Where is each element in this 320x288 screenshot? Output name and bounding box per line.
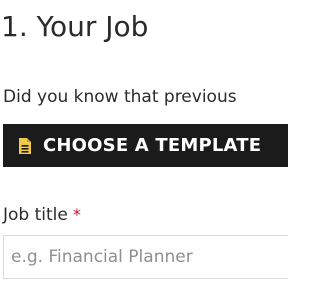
job-title-label-text: Job title <box>3 205 68 225</box>
job-title-input[interactable] <box>3 235 288 279</box>
intro-text: Did you know that previous <box>3 87 237 107</box>
choose-template-label: CHOOSE A TEMPLATE <box>43 135 262 156</box>
job-form-section: 1. Your Job Did you know that previous C… <box>0 0 288 288</box>
job-title-label: Job title * <box>3 204 81 226</box>
document-icon <box>18 137 32 155</box>
required-asterisk: * <box>72 205 81 224</box>
choose-template-button[interactable]: CHOOSE A TEMPLATE <box>3 124 288 167</box>
section-heading: 1. Your Job <box>1 10 149 43</box>
